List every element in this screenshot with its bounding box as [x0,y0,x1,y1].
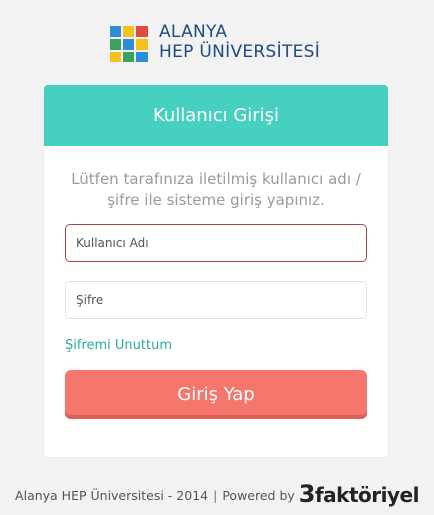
username-input[interactable] [65,224,367,262]
footer-powered-by: Powered by [222,488,295,503]
faktoriyel-logo[interactable]: 3faktöriyel [298,480,420,508]
login-card-header: Kullanıcı Girişi [44,85,388,146]
brand-text: faktöriyel [314,483,419,507]
logo-text: ALANYA HEP ÜNİVERSİTESİ [159,22,320,62]
footer-copyright: Alanya HEP Üniversitesi - 2014 [15,488,209,503]
login-title: Kullanıcı Girişi [152,105,280,126]
forgot-password-link[interactable]: Şifremi Unuttum [65,338,172,353]
footer-separator: | [213,488,218,503]
password-input[interactable] [65,281,367,319]
login-card: Kullanıcı Girişi Lütfen tarafınıza ileti… [44,85,388,457]
login-instructions: Lütfen tarafınıza iletilmiş kullanıcı ad… [71,170,361,209]
logo-mark-icon [110,26,148,62]
logo-line-2: HEP ÜNİVERSİTESİ [159,42,321,62]
university-logo: ALANYA HEP ÜNİVERSİTESİ [110,22,330,67]
logo-line-1: ALANYA [159,22,228,42]
brand-number: 3 [298,480,316,508]
login-button[interactable]: Giriş Yap [65,370,367,419]
footer: Alanya HEP Üniversitesi - 2014 | Powered b… [0,480,434,508]
